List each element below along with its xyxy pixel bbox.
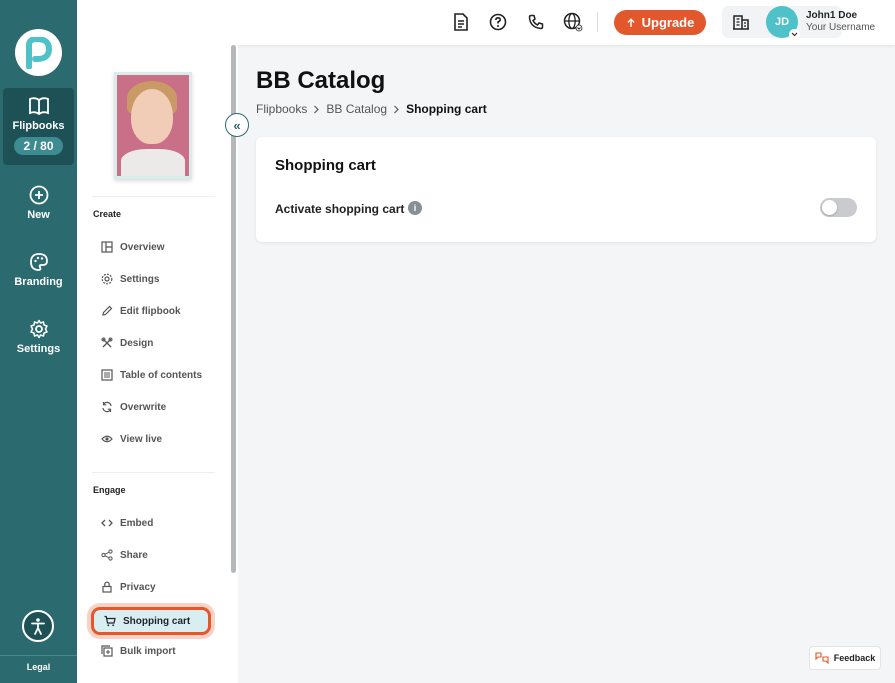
sidebar-item-share[interactable]: Share <box>101 544 148 566</box>
sidebar-item-design[interactable]: Design <box>101 332 153 354</box>
topbar-divider <box>597 12 598 32</box>
chevron-right-icon <box>394 105 399 113</box>
feedback-button[interactable]: Feedback <box>809 646 881 670</box>
avatar-initials: JD <box>774 16 790 28</box>
info-icon[interactable]: i <box>408 201 422 215</box>
breadcrumb-current: Shopping cart <box>406 102 487 116</box>
sidebar-item-privacy[interactable]: Privacy <box>101 576 156 598</box>
double-chevron-left-icon: « <box>233 117 241 133</box>
page-title: BB Catalog <box>256 67 386 94</box>
nav-new-label: New <box>27 209 50 221</box>
user-username: Your Username <box>806 22 876 33</box>
user-name: John1 Doe <box>806 10 858 21</box>
breadcrumb: Flipbooks BB Catalog Shopping cart <box>256 102 487 116</box>
sidebar-item-shopping-cart[interactable]: Shopping cart <box>91 607 211 635</box>
design-tools-icon <box>101 337 113 348</box>
sidebar-item-overwrite[interactable]: Overwrite <box>101 396 166 418</box>
nav-new[interactable]: New <box>0 185 77 221</box>
chevron-down-icon <box>789 29 800 40</box>
sidebar-item-label: Share <box>120 549 148 561</box>
nav-branding-label: Branding <box>14 276 63 288</box>
nav-branding[interactable]: Branding <box>0 252 77 288</box>
feedback-label: Feedback <box>833 653 876 663</box>
accessibility-icon <box>31 618 45 635</box>
document-icon <box>454 13 468 31</box>
arrow-up-icon <box>626 17 635 27</box>
list-icon <box>101 369 113 381</box>
layout-icon <box>101 241 113 253</box>
sidebar-item-label: View live <box>120 433 163 445</box>
flipbooks-count-badge: 2 / 80 <box>14 137 63 155</box>
gear-icon <box>101 273 113 285</box>
sidebar-item-edit-flipbook[interactable]: Edit flipbook <box>101 300 181 322</box>
sidebar-item-view-live[interactable]: View live <box>101 428 162 450</box>
nav-flipbooks[interactable]: Flipbooks 2 / 80 <box>3 88 74 165</box>
legal-link[interactable]: Legal <box>0 662 77 672</box>
sidebar-item-label: Bulk import <box>120 645 176 657</box>
book-open-icon <box>28 97 49 116</box>
refresh-icon <box>102 401 112 413</box>
share-icon <box>101 549 113 561</box>
sidebar-item-label: Shopping cart <box>123 615 191 627</box>
section-engage-header: Engage <box>93 485 126 495</box>
import-icon <box>101 645 113 657</box>
avatar[interactable]: JD <box>766 6 800 40</box>
sidebar-item-label: Overview <box>120 241 165 253</box>
toggle-knob <box>822 200 837 215</box>
accessibility-button[interactable] <box>22 610 54 642</box>
sidebar-item-label: Embed <box>120 517 154 529</box>
lock-icon <box>102 581 112 593</box>
question-circle-icon <box>489 13 507 31</box>
nav-flipbooks-label: Flipbooks <box>12 120 65 132</box>
nav-settings-label: Settings <box>16 343 61 355</box>
palette-icon <box>29 253 48 271</box>
sidebar-divider <box>92 196 215 197</box>
pencil-icon <box>102 305 113 316</box>
sidebar-item-label: Settings <box>120 273 160 285</box>
upgrade-label: Upgrade <box>641 15 695 30</box>
help-button[interactable] <box>488 12 508 32</box>
activate-shopping-cart-toggle[interactable] <box>820 198 857 217</box>
sidebar-item-bulk-import[interactable]: Bulk import <box>101 640 176 662</box>
logo-icon <box>25 36 52 69</box>
globe-icon <box>563 12 583 32</box>
building-icon <box>733 15 749 30</box>
sidebar-item-label: Table of contents <box>120 369 203 381</box>
docs-button[interactable] <box>451 12 471 32</box>
left-rail: Flipbooks 2 / 80 New Branding Settings L… <box>0 0 77 683</box>
chevron-right-icon <box>314 105 320 113</box>
sidebar-item-label: Privacy <box>120 581 156 593</box>
breadcrumb-flipbooks[interactable]: Flipbooks <box>256 102 307 116</box>
sidebar-item-embed[interactable]: Embed <box>101 512 153 534</box>
setting-label: Activate shopping cart <box>275 202 405 216</box>
legal-divider <box>0 655 77 656</box>
shopping-cart-card: Shopping cart Activate shopping cart i <box>256 137 876 242</box>
eye-icon <box>101 435 113 443</box>
sidebar-item-label: Overwrite <box>120 401 167 413</box>
flipbook-thumbnail[interactable] <box>114 72 192 179</box>
feedback-icon <box>815 652 829 664</box>
shopping-cart-icon <box>104 615 116 627</box>
section-create-header: Create <box>93 209 122 219</box>
sidebar-item-label: Design <box>120 337 154 349</box>
gear-icon <box>29 319 48 339</box>
sidebar-item-table-of-contents[interactable]: Table of contents <box>101 364 202 386</box>
phone-icon <box>528 14 544 30</box>
nav-settings[interactable]: Settings <box>0 319 77 355</box>
card-title: Shopping cart <box>275 157 376 174</box>
language-button[interactable] <box>563 12 583 32</box>
phone-button[interactable] <box>526 12 546 32</box>
sidebar-divider <box>92 472 215 473</box>
sidebar-item-settings[interactable]: Settings <box>101 268 159 290</box>
sidebar-item-overview[interactable]: Overview <box>101 236 164 258</box>
sidebar-item-label: Edit flipbook <box>120 305 181 317</box>
app-logo[interactable] <box>15 29 62 76</box>
collapse-sidebar-button[interactable]: « <box>225 113 249 137</box>
flipbook-sidebar: Create Overview Settings Edit flipbook D… <box>77 45 238 683</box>
top-bar: Upgrade JD John1 Doe Your Username <box>77 0 895 45</box>
code-icon <box>101 519 113 527</box>
breadcrumb-catalog[interactable]: BB Catalog <box>326 102 387 116</box>
upgrade-button[interactable]: Upgrade <box>614 10 706 35</box>
plus-circle-icon <box>29 185 48 205</box>
